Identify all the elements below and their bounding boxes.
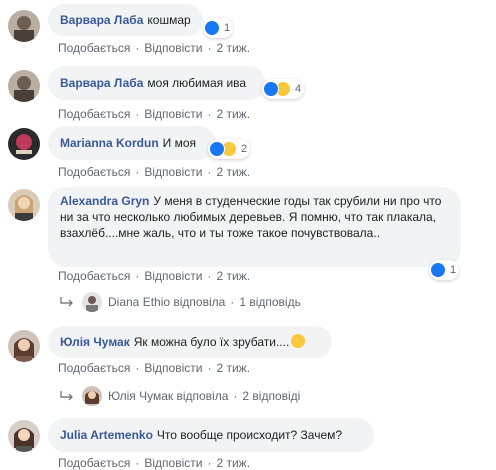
comment-bubble: Варвара Лаба моя любимая ива <box>48 66 266 100</box>
timestamp[interactable]: 2 тиж. <box>216 269 250 283</box>
reply-author[interactable]: Юлія Чумак <box>108 389 173 403</box>
timestamp[interactable]: 2 тиж. <box>216 361 250 375</box>
reaction-count: 1 <box>224 22 231 34</box>
comment-text: кошмар <box>147 13 191 27</box>
comment-text: Что вообще происходит? Зачем? <box>156 428 343 442</box>
like-link[interactable]: Подобається <box>58 361 130 375</box>
like-link[interactable]: Подобається <box>58 107 130 121</box>
comment-bubble: Alexandra Gryn У меня в студенческие годы… <box>48 187 461 267</box>
like-reaction-icon <box>209 141 225 157</box>
reaction-count: 1 <box>450 264 457 276</box>
comment-bubble: Marianna Kordun И моя <box>48 126 216 160</box>
reply-count[interactable]: 1 відповідь <box>239 295 301 309</box>
reply-count[interactable]: 2 відповіді <box>242 389 300 403</box>
comment-text: Як можна було їх зрубати.... <box>133 335 290 349</box>
timestamp[interactable]: 2 тиж. <box>216 456 250 470</box>
avatar[interactable] <box>8 420 40 452</box>
timestamp[interactable]: 2 тиж. <box>216 107 250 121</box>
like-link[interactable]: Подобається <box>58 456 130 470</box>
reply-action: відповіла <box>173 295 226 309</box>
reactions-badge[interactable]: 1 <box>203 18 234 38</box>
comment-actions: Подобається · Відповісти · 2 тиж. <box>58 456 251 470</box>
like-link[interactable]: Подобається <box>58 269 130 283</box>
comment-bubble: Варвара Лаба кошмар <box>48 4 203 36</box>
comment-text: моя любимая ива <box>147 76 247 90</box>
comment-author[interactable]: Варвара Лаба <box>60 76 143 90</box>
like-reaction-icon <box>430 262 446 278</box>
like-reaction-icon <box>263 81 279 97</box>
comment-bubble: Юлія Чумак Як можна було їх зрубати.... <box>48 326 332 358</box>
reply-arrow-icon <box>60 391 73 401</box>
comment-author[interactable]: Marianna Kordun <box>60 136 159 150</box>
reactions-badge[interactable]: 2 <box>208 139 251 159</box>
replies-summary[interactable]: Юлія Чумак відповіла · 2 відповіді <box>60 386 300 406</box>
reply-link[interactable]: Відповісти <box>144 456 202 470</box>
avatar[interactable] <box>8 70 40 102</box>
avatar[interactable] <box>8 128 40 160</box>
comment-actions: Подобається · Відповісти · 2 тиж. <box>58 107 251 121</box>
avatar[interactable] <box>8 330 40 362</box>
like-reaction-icon <box>204 20 220 36</box>
comment-author[interactable]: Юлія Чумак <box>60 335 130 349</box>
comment-bubble: Julia Artemenko Что вообще происходит? За… <box>48 418 374 452</box>
avatar[interactable] <box>8 189 40 221</box>
reply-action: відповіла <box>176 389 229 403</box>
comment-actions: Подобається · Відповісти · 2 тиж. <box>58 361 251 375</box>
comment-author[interactable]: Julia Artemenko <box>60 428 153 442</box>
timestamp[interactable]: 2 тиж. <box>216 165 250 179</box>
reactions-badge[interactable]: 1 <box>429 260 460 280</box>
replies-summary[interactable]: Diana Ethio відповіла · 1 відповідь <box>60 292 301 312</box>
reply-link[interactable]: Відповісти <box>144 269 202 283</box>
comment-author[interactable]: Варвара Лаба <box>60 13 143 27</box>
reply-avatar <box>82 292 102 312</box>
comment-text: И моя <box>162 136 197 150</box>
reaction-count: 2 <box>241 143 248 155</box>
comment-actions: Подобається · Відповісти · 2 тиж. <box>58 165 251 179</box>
avatar[interactable] <box>8 10 40 42</box>
crying-emoji-icon <box>291 334 306 348</box>
comment-actions: Подобається · Відповісти · 2 тиж. <box>58 41 251 55</box>
reply-link[interactable]: Відповісти <box>144 41 202 55</box>
timestamp[interactable]: 2 тиж. <box>216 41 250 55</box>
reply-link[interactable]: Відповісти <box>144 107 202 121</box>
reaction-count: 4 <box>295 83 302 95</box>
like-link[interactable]: Подобається <box>58 41 130 55</box>
reply-link[interactable]: Відповісти <box>144 165 202 179</box>
reply-arrow-icon <box>60 297 73 307</box>
reply-avatar <box>82 386 102 406</box>
reply-author[interactable]: Diana Ethio <box>108 295 170 309</box>
comment-author[interactable]: Alexandra Gryn <box>60 194 149 208</box>
reply-link[interactable]: Відповісти <box>144 361 202 375</box>
like-link[interactable]: Подобається <box>58 165 130 179</box>
comment-actions: Подобається · Відповісти · 2 тиж. <box>58 269 251 283</box>
reactions-badge[interactable]: 4 <box>262 79 305 99</box>
